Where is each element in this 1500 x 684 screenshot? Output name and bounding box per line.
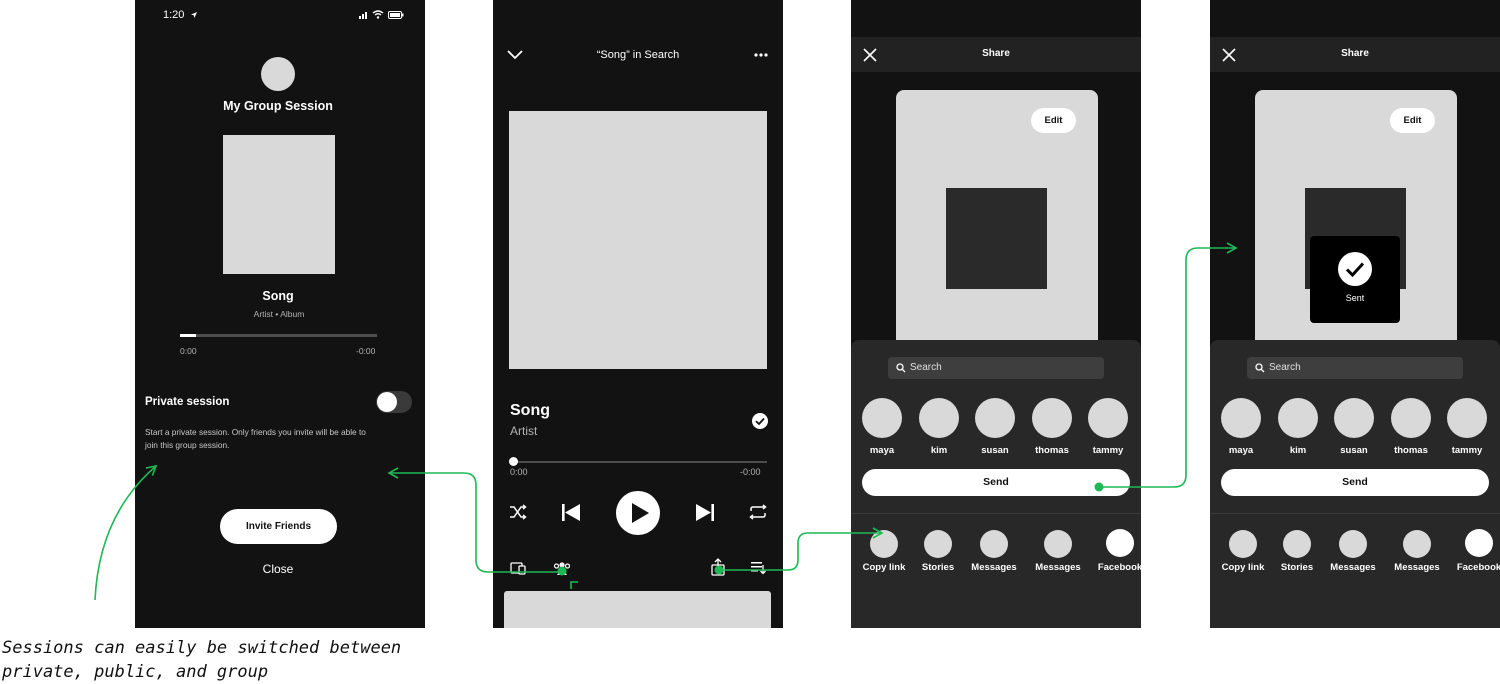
annotation-line1: Sessions can easily be switched between [2, 638, 402, 658]
connector-start-dot [714, 565, 724, 575]
annotation-arrow [94, 464, 158, 601]
flow-connectors [94, 242, 1238, 601]
connector-share-to-sheet [718, 527, 884, 571]
annotation-line2: private, public, and group [2, 662, 269, 682]
connector-send-to-sent [1099, 242, 1238, 488]
connector-group-tick [570, 581, 578, 589]
connector-start-dot [557, 566, 567, 576]
annotation-note: Sessions can easily be switched between … [2, 636, 401, 684]
connector-start-dot [1094, 482, 1104, 492]
connector-group-to-session [387, 467, 562, 573]
